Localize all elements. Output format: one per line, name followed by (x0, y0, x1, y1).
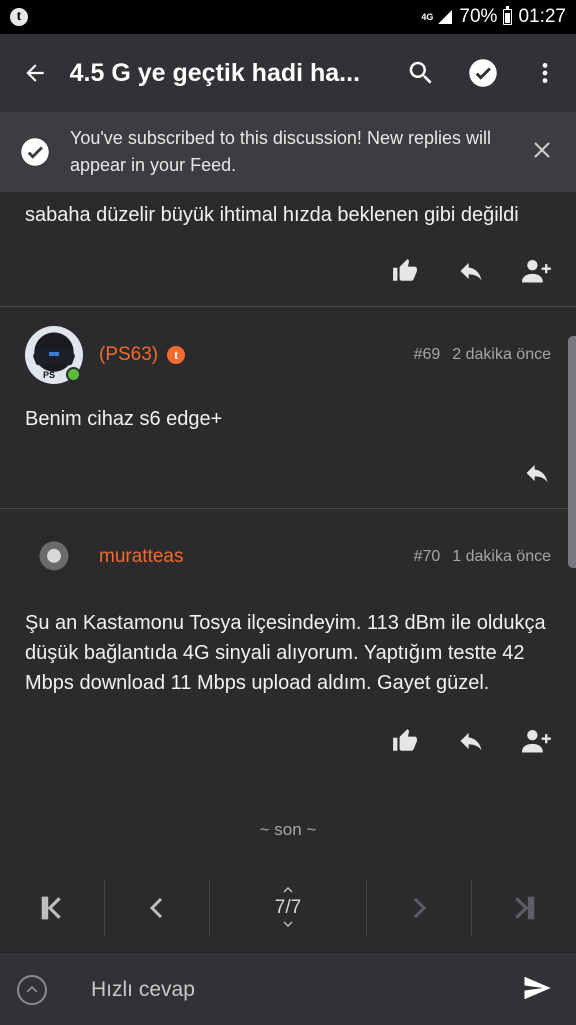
reply-icon (460, 262, 482, 281)
like-button[interactable] (384, 720, 426, 762)
subscription-banner: You've subscribed to this discussion! Ne… (0, 112, 576, 192)
clock: 01:27 (518, 6, 566, 27)
chevron-right-icon (413, 897, 427, 919)
close-icon (534, 141, 550, 158)
quick-reply-bar (0, 954, 576, 1025)
tapatalk-icon: t (10, 8, 28, 26)
signal-icon (438, 10, 453, 24)
divider (0, 508, 576, 509)
post-number[interactable]: #69 (414, 346, 441, 364)
divider (0, 306, 576, 307)
scrollbar-thumb[interactable] (568, 336, 576, 568)
banner-close-button[interactable] (532, 140, 552, 165)
thumbs-up-icon (393, 259, 417, 281)
back-button[interactable] (0, 34, 70, 112)
more-vertical-icon (542, 63, 548, 83)
arrow-left-icon (26, 64, 44, 82)
avatar[interactable] (25, 528, 83, 586)
send-icon (524, 976, 551, 999)
post-body: Şu an Kastamonu Tosya ilçesindeyim. 113 … (25, 612, 546, 694)
post-time: 1 dakika önce (452, 548, 551, 565)
follow-user-button[interactable] (516, 250, 558, 292)
avatar[interactable]: PS (25, 326, 83, 384)
expand-reply-button[interactable] (17, 975, 47, 1005)
reply-icon (460, 732, 482, 751)
previous-page-button[interactable] (105, 878, 209, 938)
send-button[interactable] (520, 973, 554, 1008)
online-indicator (66, 367, 81, 382)
tapatalk-badge-icon: t (167, 346, 186, 364)
post-item: PS (PS63) t #69 2 dakika önce Benim ciha… (0, 326, 576, 509)
post-item: muratteas #70 1 dakika önce Şu an Kastam… (0, 528, 576, 762)
status-bar: t 4G 70% 01:27 (0, 0, 576, 34)
add-user-icon (522, 730, 551, 753)
quick-reply-input[interactable] (89, 977, 473, 1003)
check-circle-icon (469, 59, 497, 87)
username[interactable]: (PS63) (99, 344, 158, 366)
first-page-icon (41, 896, 61, 920)
end-of-thread-label: ~ son ~ (259, 820, 317, 839)
network-type: 4G (421, 12, 434, 22)
banner-message: You've subscribed to this discussion! Ne… (70, 128, 491, 175)
app-bar: 4.5 G ye geçtik hadi ha... (0, 34, 576, 112)
search-icon (409, 61, 432, 84)
reply-button[interactable] (516, 452, 558, 494)
battery-percent: 70% (459, 6, 498, 27)
reply-button[interactable] (450, 720, 492, 762)
chevron-left-icon (149, 897, 163, 919)
like-button[interactable] (384, 250, 426, 292)
last-page-button[interactable] (472, 878, 576, 938)
page-title: 4.5 G ye geçtik hadi ha... (69, 58, 361, 87)
thumbs-up-icon (393, 729, 417, 751)
chevron-up-icon (26, 985, 38, 993)
more-options-button[interactable] (514, 34, 576, 112)
battery-icon (503, 6, 513, 25)
post-list: sabaha düzelir büyük ihtimal hızda bekle… (0, 170, 576, 762)
first-page-button[interactable] (0, 878, 104, 938)
username[interactable]: muratteas (99, 546, 183, 568)
last-page-icon (515, 896, 535, 920)
pagination-bar: 7/7 (0, 878, 576, 938)
reply-icon (526, 464, 548, 483)
follow-user-button[interactable] (516, 720, 558, 762)
search-button[interactable] (390, 34, 452, 112)
svg-text:PS: PS (43, 370, 55, 380)
check-circle-icon (21, 138, 49, 166)
post-time: 2 dakika önce (452, 346, 551, 363)
page-picker-arrows-icon (283, 886, 293, 928)
page-selector[interactable]: 7/7 (210, 878, 366, 938)
post-number[interactable]: #70 (414, 548, 441, 566)
add-user-icon (522, 260, 551, 283)
subscribe-button[interactable] (452, 34, 514, 112)
next-page-button[interactable] (367, 878, 471, 938)
post-body: Benim cihaz s6 edge+ (25, 408, 223, 430)
reply-button[interactable] (450, 250, 492, 292)
